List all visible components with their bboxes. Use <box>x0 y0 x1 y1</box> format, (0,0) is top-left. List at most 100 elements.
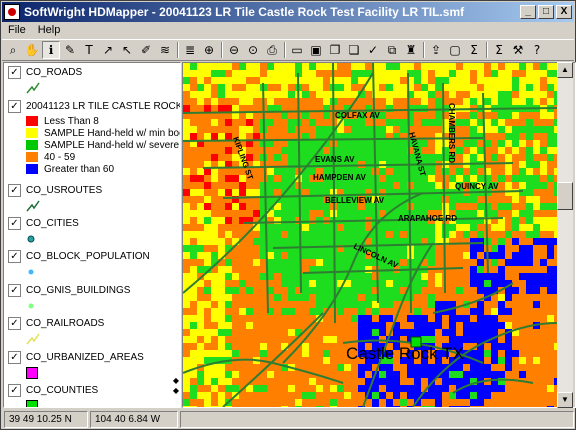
minimize-button[interactable]: _ <box>520 5 536 19</box>
coverage-cell <box>260 273 267 280</box>
zoom-in-button[interactable]: ⊕ <box>200 41 218 59</box>
coverage-cell <box>505 203 512 210</box>
menu-file[interactable]: File <box>2 23 32 39</box>
print-button[interactable]: ⎙ <box>263 41 281 59</box>
layer-visibility-checkbox[interactable]: ✓ <box>8 99 21 113</box>
coverage-cell <box>281 259 288 266</box>
sum-edit-button[interactable]: Σ <box>490 41 508 59</box>
close-button[interactable]: X <box>556 5 572 19</box>
layers-tool[interactable]: ≋ <box>156 41 174 59</box>
legend-layer-row[interactable]: ✓ CO_URBANIZED_AREAS <box>8 350 180 364</box>
title-bar[interactable]: SoftWright HDMapper - 20041123 LR Tile C… <box>2 2 574 22</box>
legend-layer-row[interactable]: ✓ 20041123 LR TILE CASTLE ROCK TEST <box>8 99 180 113</box>
compare-icon: ⧉ <box>387 42 397 57</box>
coverage-cell <box>421 231 428 238</box>
select-tool[interactable]: ↖ <box>118 41 136 59</box>
coverage-cell <box>477 245 484 252</box>
coverage-cell <box>386 182 393 189</box>
coverage-cell <box>505 133 512 140</box>
legend-layer-row[interactable]: ✓ CO_USROUTES <box>8 183 180 197</box>
export-button[interactable]: ⇪ <box>427 41 445 59</box>
layer-visibility-checkbox[interactable]: ✓ <box>8 249 21 263</box>
layer-visibility-checkbox[interactable]: ✓ <box>8 65 21 79</box>
paste-button[interactable]: ❏ <box>345 41 363 59</box>
app-icon[interactable] <box>4 4 20 20</box>
text-tool[interactable]: T <box>80 41 98 59</box>
save-button[interactable]: ▣ <box>307 41 325 59</box>
settings-button[interactable]: ⚒ <box>509 41 527 59</box>
measure-tool[interactable]: ✐ <box>137 41 155 59</box>
help-button[interactable]: ? <box>528 41 546 59</box>
coverage-cell <box>379 140 386 147</box>
coverage-cell <box>477 77 484 84</box>
coverage-cell <box>442 301 449 308</box>
menu-help[interactable]: Help <box>32 23 67 39</box>
legend-layer-row[interactable]: ✓ CO_ROADS <box>8 65 180 79</box>
copy-button[interactable]: ❐ <box>326 41 344 59</box>
maximize-button[interactable]: □ <box>538 5 554 19</box>
coverage-cell <box>225 301 232 308</box>
coverage-cell <box>379 273 386 280</box>
scroll-down-arrow[interactable]: ▼ <box>557 392 573 408</box>
coverage-cell <box>344 77 351 84</box>
legend-layer-row[interactable]: ✓ CO_GNIS_BUILDINGS <box>8 283 180 297</box>
coverage-cell <box>302 182 309 189</box>
layer-legend-panel[interactable]: ✓ CO_ROADS ✓ 20041123 LR TILE CASTLE ROCK T… <box>3 62 181 408</box>
zoom-extent-button[interactable]: ⊙ <box>244 41 262 59</box>
coverage-cell <box>274 266 281 273</box>
scroll-up-arrow[interactable]: ▲ <box>557 62 573 78</box>
coverage-cell <box>519 168 526 175</box>
map-view[interactable]: COLFAX AV EVANS AV HAMPDEN AV BELLEVIEW AV A… <box>182 62 576 408</box>
zoom-tool[interactable]: ⌕ <box>4 41 22 59</box>
info-tool[interactable]: ℹ <box>42 41 60 59</box>
coverage-cell <box>540 203 547 210</box>
folder-icon: ▭ <box>291 43 303 57</box>
scroll-thumb[interactable] <box>557 182 573 210</box>
zoom-out-button[interactable]: ⊖ <box>225 41 243 59</box>
coverage-cell <box>211 406 218 407</box>
coverage-cell <box>456 70 463 77</box>
layer-visibility-checkbox[interactable]: ✓ <box>8 316 21 330</box>
coverage-cell <box>183 385 190 392</box>
layer-visibility-checkbox[interactable]: ✓ <box>8 383 21 397</box>
layers-icon: ≋ <box>159 43 171 57</box>
line-tool[interactable]: ↗ <box>99 41 117 59</box>
layer-visibility-checkbox[interactable]: ✓ <box>8 350 21 364</box>
pan-tool[interactable]: ✋ <box>23 41 41 59</box>
layer-visibility-checkbox[interactable]: ✓ <box>8 283 21 297</box>
legend-layer-row[interactable]: ✓ CO_CITIES <box>8 216 180 230</box>
legend-layer-row[interactable]: ✓ CO_BLOCK_POPULATION <box>8 249 180 263</box>
coverage-cell <box>484 315 491 322</box>
coverage-cell <box>435 273 442 280</box>
coverage-cell <box>393 147 400 154</box>
map-vertical-scrollbar[interactable]: ▲ ▼ <box>557 62 573 408</box>
coverage-cell <box>533 175 540 182</box>
coverage-cell <box>421 77 428 84</box>
site-marker[interactable] <box>410 336 422 348</box>
coverage-cell <box>512 259 519 266</box>
coverage-cell <box>225 217 232 224</box>
check-button[interactable]: ✓ <box>364 41 382 59</box>
legend-layer-row[interactable]: ✓ CO_COUNTIES <box>8 383 180 397</box>
coverage-cell <box>505 343 512 350</box>
coverage-cell <box>190 294 197 301</box>
coverage-map[interactable]: COLFAX AV EVANS AV HAMPDEN AV BELLEVIEW AV A… <box>183 63 561 407</box>
coverage-cell <box>358 287 365 294</box>
coverage-cell <box>218 189 225 196</box>
layer-visibility-checkbox[interactable]: ✓ <box>8 183 21 197</box>
open-button[interactable]: ▭ <box>288 41 306 59</box>
tower-button[interactable]: ♜ <box>402 41 420 59</box>
legend-layer-row[interactable]: ✓ CO_RAILROADS <box>8 316 180 330</box>
window-button[interactable]: ▢ <box>446 41 464 59</box>
annotate-tool[interactable]: ✎ <box>61 41 79 59</box>
coverage-cell <box>323 224 330 231</box>
coverage-cell <box>386 140 393 147</box>
layers2-tool[interactable]: ≣ <box>181 41 199 59</box>
coverage-cell <box>225 91 232 98</box>
sum-button[interactable]: Σ <box>465 41 483 59</box>
legend-scroll-arrows[interactable]: ◆ ◆ <box>171 376 181 406</box>
coverage-cell <box>400 280 407 287</box>
coverage-cell <box>421 364 428 371</box>
layer-visibility-checkbox[interactable]: ✓ <box>8 216 21 230</box>
compare-button[interactable]: ⧉ <box>383 41 401 59</box>
